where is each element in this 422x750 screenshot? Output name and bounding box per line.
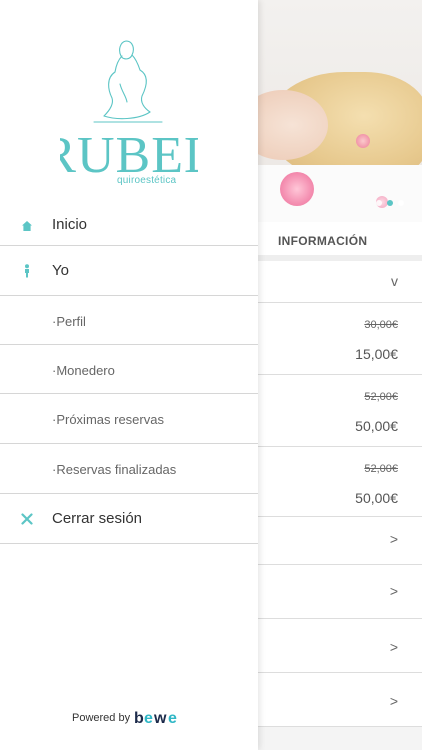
menu-item-label: ·Reservas finalizadas [52,462,177,477]
logo-tagline: quiroestética [117,175,177,186]
collapse-row[interactable]: v [258,261,422,303]
chevron-down-icon: v [391,273,398,289]
list-row[interactable]: > [258,673,422,727]
carousel-dot-active[interactable] [387,200,393,206]
menu-item-proximas-reservas[interactable]: ·Próximas reservas [0,394,258,444]
menu-item-perfil[interactable]: ·Perfil [0,296,258,345]
service-row[interactable]: 30,00€ 15,00€ [258,303,422,375]
menu-item-label: ·Perfil [52,314,86,329]
menu-item-monedero[interactable]: ·Monedero [0,345,258,394]
hero-image-carousel[interactable] [258,0,422,222]
old-price: 30,00€ [364,319,398,331]
list-row[interactable]: > [258,565,422,619]
menu-item-label: Inicio [52,216,88,233]
menu-item-label: ·Próximas reservas [52,412,164,427]
list-row[interactable]: > [258,517,422,565]
menu-item-reservas-finalizadas[interactable]: ·Reservas finalizadas [0,444,258,494]
svg-text:e: e [144,710,153,726]
list-row[interactable]: > [258,619,422,673]
menu-item-yo[interactable]: Yo [0,246,258,296]
new-price: 50,00€ [355,490,398,506]
carousel-dot[interactable] [376,200,382,206]
powered-by: Powered by b e w e [72,710,186,726]
powered-by-label: Powered by [72,712,131,724]
chevron-right-icon: > [389,531,398,547]
hero-flower [356,134,370,148]
carousel-dots[interactable] [376,200,404,206]
menu-item-inicio[interactable]: Inicio [0,206,258,246]
info-title: INFORMACIÓN [278,234,368,248]
svg-text:w: w [153,710,167,726]
chevron-right-icon: > [389,639,398,655]
new-price: 15,00€ [355,346,398,362]
svg-text:e: e [168,710,177,726]
logo-figure-icon: RUBEL [41,40,216,184]
bewe-logo: b e w e [134,710,177,726]
menu-item-label: Yo [52,262,69,279]
home-icon [20,219,34,233]
old-price: 52,00€ [364,391,398,403]
person-icon [20,264,34,278]
service-row[interactable]: 52,00€ 50,00€ [258,375,422,447]
carousel-dot[interactable] [398,200,404,206]
service-row[interactable]: 52,00€ 50,00€ [258,447,422,517]
menu-item-label: ·Monedero [52,363,115,378]
brand-logo: RUBEL quiroestética [41,36,216,186]
chevron-right-icon: > [389,693,398,709]
menu-item-label: Cerrar sesión [52,510,143,527]
menu-item-cerrar-sesion[interactable]: Cerrar sesión [0,494,258,544]
svg-text:b: b [134,710,144,726]
chevron-right-icon: > [389,583,398,599]
old-price: 52,00€ [364,463,398,475]
close-icon [20,512,34,526]
navigation-drawer: RUBEL quiroestética Inicio Yo ·Perfil ·M… [0,0,258,750]
hero-flower [280,172,314,206]
new-price: 50,00€ [355,418,398,434]
